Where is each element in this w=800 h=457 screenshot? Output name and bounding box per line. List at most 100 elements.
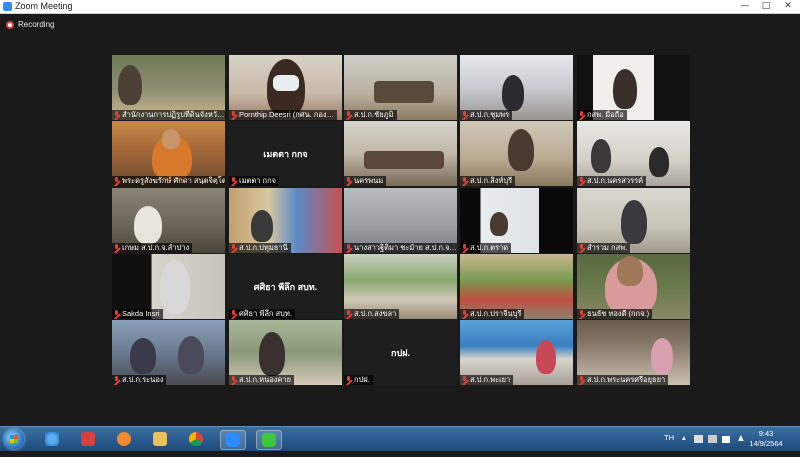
taskbar-chrome[interactable] [184, 430, 208, 448]
taskbar-file-explorer[interactable] [148, 430, 172, 448]
zoom-app-icon [3, 2, 12, 11]
participant-tile[interactable]: ส.ป.ก.ปราจีนบุรี [460, 254, 573, 319]
participant-name: ส.ป.ก.ระนอง [122, 375, 164, 384]
close-button[interactable]: ✕ [778, 0, 798, 13]
participant-name: ส.ป.ก.สงขลา [354, 309, 397, 318]
participant-tile[interactable]: กสพ. มือถือ [577, 55, 690, 120]
participant-tile[interactable]: สำรวม กสพ. [577, 188, 690, 253]
start-button[interactable] [4, 429, 24, 449]
participant-tile-video-off[interactable]: ศศิธา พีลึก สบท. ศศิธา พีลึก สบท. [229, 254, 342, 319]
participant-tile[interactable]: ส.ป.ก.พระนครศรีอยุธยา [577, 320, 690, 385]
muted-mic-icon [114, 376, 120, 384]
zoom-icon [226, 433, 240, 447]
participant-name-bar: ส.ป.ก.พะเยา [460, 375, 514, 385]
participant-name: ส.ป.ก.พระนครศรีอยุธยา [587, 375, 666, 384]
muted-mic-icon [231, 111, 237, 119]
maximize-button[interactable]: □ [756, 0, 776, 13]
window-title: Zoom Meeting [15, 1, 73, 11]
participant-tile[interactable]: ส.ป.ก.ระนอง [112, 320, 225, 385]
volume-icon[interactable]: ▲ [738, 433, 744, 457]
participant-display-name: ศศิธา พีลึก สบท. [253, 282, 318, 292]
participant-figure [502, 75, 524, 111]
participant-tile[interactable]: ส.ป.ก.สงขลา [344, 254, 457, 319]
participant-tile[interactable]: ส.ป.ก.ตราด [460, 188, 573, 253]
participant-name: Sakda Insri [122, 309, 160, 318]
participant-tile[interactable]: Pornthip Deesri (กศน. กอง… [229, 55, 342, 120]
taskbar-internet-explorer[interactable] [40, 430, 64, 448]
participant-tile[interactable]: ส.ป.ก.ชุมพร [460, 55, 573, 120]
participant-name: พระครูสังฆรักษ์ ศักดา สนฺตจิตฺโต [122, 176, 225, 185]
participant-tile[interactable]: ส.ป.ก.ชัยภูมิ [344, 55, 457, 120]
participant-tile[interactable]: ส.ป.ก.นครสวรรค์ [577, 121, 690, 186]
taskbar-screenshot-tool[interactable] [76, 430, 100, 448]
participant-name: กสพ. มือถือ [587, 110, 624, 119]
participant-name: เมตตา กกจ [239, 176, 277, 185]
taskbar-zoom[interactable] [220, 430, 246, 450]
participant-name: สำรวม กสพ. [587, 243, 628, 252]
network-icon[interactable] [708, 435, 717, 443]
participant-tile[interactable]: นางสาวฐิติมา ชะม้าย ส.ป.ก.จ.… [344, 188, 457, 253]
participant-figure [613, 69, 637, 109]
participant-name-bar: นครพนม [344, 176, 387, 186]
participant-name-bar: ส.ป.ก.สิงห์บุรี [460, 176, 516, 186]
participant-figure [160, 260, 190, 314]
participant-tile[interactable]: สำนักงานการปฏิรูปที่ดินจังหวั… [112, 55, 225, 120]
system-clock[interactable]: 9:43 14/9/2564 [746, 429, 786, 449]
participant-name: ส.ป.ก.หนองคาย [239, 375, 291, 384]
participant-figure [508, 129, 534, 171]
participant-figure [591, 139, 611, 173]
participant-name: ส.ป.ก.ชัยภูมิ [354, 110, 394, 119]
participant-name-bar: เมตตา กกจ [229, 176, 280, 186]
participant-figure [130, 338, 156, 374]
participant-name-bar: ส.ป.ก.ระนอง [112, 375, 167, 385]
taskbar-media-player[interactable] [112, 430, 136, 448]
participant-tile-video-off[interactable]: เมตตา กกจ เมตตา กกจ [229, 121, 342, 186]
battery-icon[interactable] [722, 436, 732, 443]
muted-mic-icon [346, 310, 352, 318]
participant-figure [251, 210, 273, 242]
participant-name-bar: ส.ป.ก.หนองคาย [229, 375, 294, 385]
participant-name: Pornthip Deesri (กศน. กอง… [239, 110, 335, 119]
participant-name: ส.ป.ก.พะเยา [470, 375, 511, 384]
participant-name-bar: นางสาวฐิติมา ชะม้าย ส.ป.ก.จ.… [344, 243, 457, 253]
muted-mic-icon [462, 111, 468, 119]
participant-name: ส.ป.ก.ปราจีนบุรี [470, 309, 522, 318]
participant-tile[interactable]: Sakda Insri [112, 254, 225, 319]
minimize-button[interactable]: — [735, 0, 755, 13]
muted-mic-icon [346, 111, 352, 119]
participant-figure [536, 340, 556, 374]
show-hidden-icons[interactable]: ▴ [682, 433, 686, 457]
participant-tile[interactable]: ธนธัช ทองดี (กกจ.) [577, 254, 690, 319]
participant-name: นางสาวฐิติมา ชะม้าย ส.ป.ก.จ.… [354, 243, 457, 252]
participant-face [162, 129, 180, 149]
muted-mic-icon [462, 177, 468, 185]
participant-tile[interactable]: ส.ป.ก.สิงห์บุรี [460, 121, 573, 186]
muted-mic-icon [579, 111, 585, 119]
clock-date: 14/9/2564 [749, 439, 783, 448]
participant-tile[interactable]: ส.ป.ก.ปทุมธานี [229, 188, 342, 253]
recording-label: Recording [18, 20, 55, 29]
participant-name: ส.ป.ก.นครสวรรค์ [587, 176, 644, 185]
participant-tile[interactable]: ส.ป.ก.หนองคาย [229, 320, 342, 385]
participant-tile[interactable]: เกษม ส.ป.ก.จ.ลำปาง [112, 188, 225, 253]
participant-figure [651, 338, 673, 374]
taskbar-line[interactable] [256, 430, 282, 450]
participant-name-bar: กสพ. มือถือ [577, 110, 627, 120]
muted-mic-icon [231, 376, 237, 384]
play-icon [117, 432, 131, 446]
flag-icon[interactable] [694, 435, 703, 443]
participant-name-bar: ส.ป.ก.นครสวรรค์ [577, 176, 647, 186]
muted-mic-icon [114, 244, 120, 252]
participant-tile-video-off[interactable]: กปฝ. กปฝ. [344, 320, 457, 385]
language-indicator[interactable]: TH [664, 433, 674, 457]
muted-mic-icon [462, 244, 468, 252]
participant-display-name: กปฝ. [391, 348, 410, 358]
participant-tile-active-speaker[interactable]: พระครูสังฆรักษ์ ศักดา สนฺตจิตฺโต [112, 121, 225, 186]
participant-figure [118, 65, 142, 105]
recording-icon [6, 21, 14, 29]
participant-figure [134, 206, 162, 244]
participant-tile[interactable]: นครพนม [344, 121, 457, 186]
participant-tile[interactable]: ส.ป.ก.พะเยา [460, 320, 573, 385]
clock-time: 9:43 [758, 429, 774, 438]
participant-figure [649, 147, 669, 177]
